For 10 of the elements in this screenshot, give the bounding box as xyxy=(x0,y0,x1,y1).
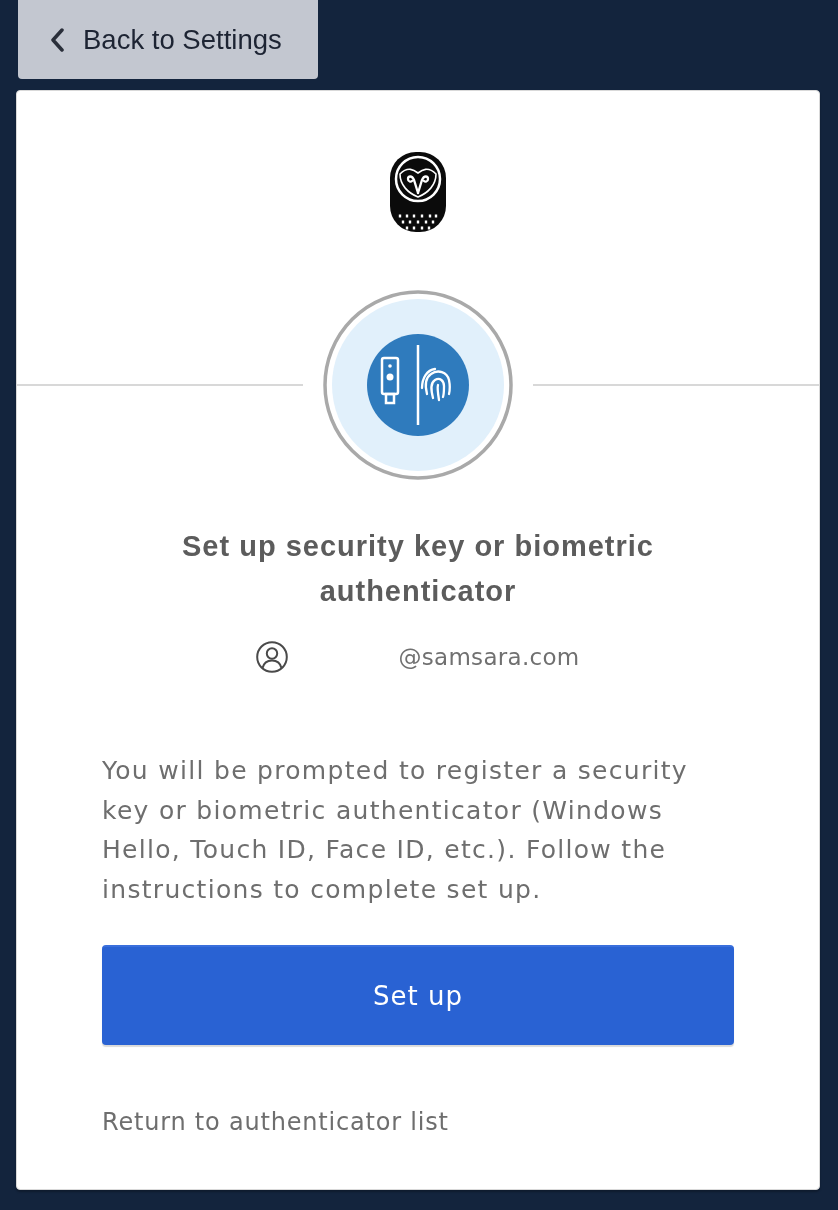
back-button[interactable]: Back to Settings xyxy=(18,0,318,79)
owl-logo-icon xyxy=(390,152,446,232)
return-link[interactable]: Return to authenticator list xyxy=(102,1108,449,1136)
user-icon xyxy=(256,641,289,673)
account-email: @samsara.com xyxy=(398,644,580,670)
security-key-fingerprint-icon xyxy=(323,290,513,480)
set-up-button[interactable]: Set up xyxy=(102,945,734,1045)
chevron-left-icon xyxy=(50,27,64,52)
page-title: Set up security key or biometric authenticator xyxy=(181,529,655,609)
instructions-text: You will be prompted to register a security key or biometric authenticator (Windows Hello, Touch ID, Face ID, etc.). Follow the instructions to complete set up. xyxy=(102,755,689,906)
